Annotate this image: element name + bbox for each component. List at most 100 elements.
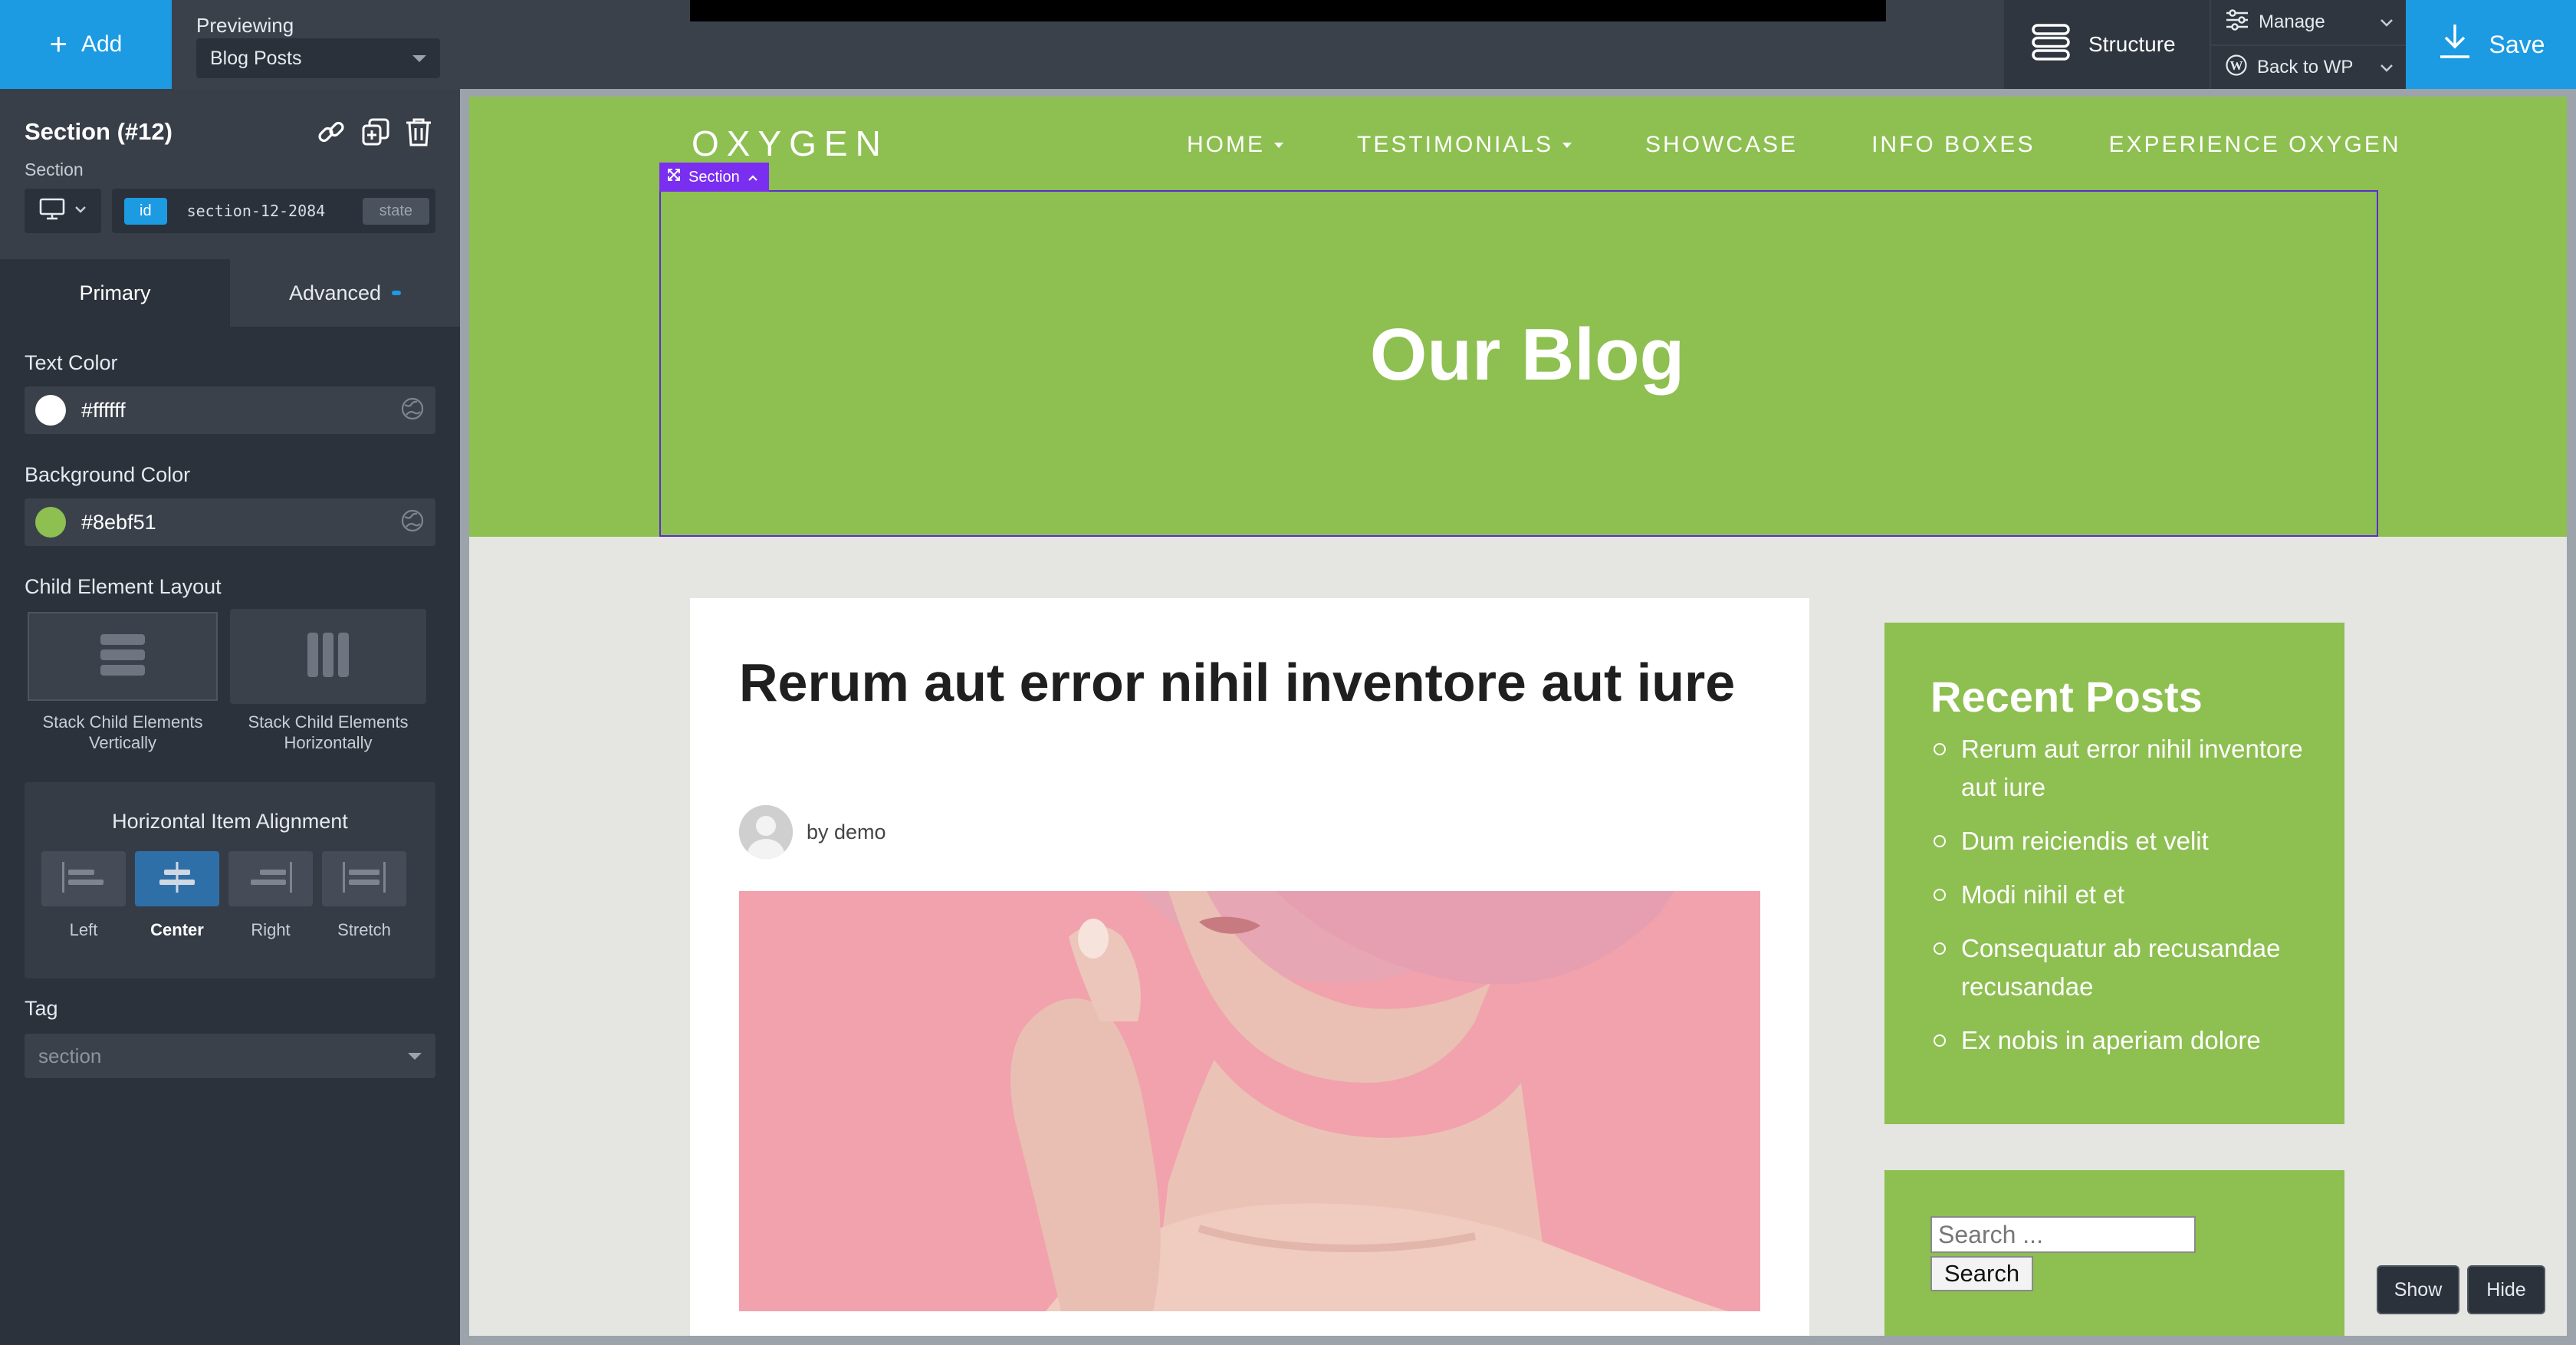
chevron-down-icon [408, 1052, 422, 1060]
recent-posts-widget: Recent Posts Rerum aut error nihil inven… [1884, 623, 2344, 1124]
nav-item-testimonials[interactable]: TESTIMONIALS [1357, 132, 1572, 158]
post-featured-image[interactable] [739, 891, 1760, 1311]
list-item[interactable]: Rerum aut error nihil inventore aut iure [1930, 730, 2314, 807]
site-logo[interactable]: OXYGEN [692, 123, 889, 164]
chevron-down-icon [74, 204, 87, 218]
nav-item-label: SHOWCASE [1645, 132, 1799, 157]
show-button[interactable]: Show [2377, 1265, 2459, 1314]
align-right-button[interactable] [228, 851, 313, 906]
nav-item-experience-oxygen[interactable]: EXPERIENCE OXYGEN [2108, 132, 2400, 158]
list-item[interactable]: Modi nihil et et [1930, 876, 2314, 914]
device-selector[interactable] [25, 189, 101, 233]
duplicate-icon[interactable] [359, 115, 393, 149]
nav-item-home[interactable]: HOME [1187, 132, 1283, 158]
id-value[interactable]: section-12-2084 [187, 202, 363, 220]
site-preview: OXYGEN HOME TESTIMONIALS SHOWCASE INFO B… [469, 97, 2567, 1336]
stack-horizontal-option[interactable] [230, 609, 426, 704]
search-input[interactable]: Search ... [1930, 1216, 2196, 1253]
back-to-wp-label: Back to WP [2257, 57, 2354, 77]
post-title[interactable]: Rerum aut error nihil inventore aut iure [739, 650, 1766, 715]
tag-label: Tag [25, 997, 58, 1020]
add-button[interactable]: + Add [0, 0, 172, 89]
list-item[interactable]: Ex nobis in aperiam dolore [1930, 1021, 2314, 1060]
structure-button[interactable]: Structure [2004, 0, 2210, 89]
tab-advanced[interactable]: Advanced [230, 259, 460, 327]
search-widget: Search ... Search [1884, 1170, 2344, 1336]
save-label: Save [2489, 30, 2545, 58]
preview-strip [690, 0, 1886, 21]
selector-field: id section-12-2084 state [112, 189, 435, 233]
manage-button[interactable]: Manage [2211, 0, 2406, 44]
search-button[interactable]: Search [1930, 1256, 2033, 1291]
align-left-icon [59, 860, 108, 898]
add-button-label: Add [80, 31, 123, 57]
builder-canvas: OXYGEN HOME TESTIMONIALS SHOWCASE INFO B… [460, 89, 2576, 1345]
download-icon [2437, 22, 2472, 67]
list-item[interactable]: Consequatur ab recusandae recusandae [1930, 929, 2314, 1006]
nav-item-label: TESTIMONIALS [1357, 132, 1554, 157]
element-type: Section [25, 159, 84, 179]
background-color-field[interactable]: #8ebf51 [25, 498, 435, 546]
hero-section[interactable]: OXYGEN HOME TESTIMONIALS SHOWCASE INFO B… [469, 97, 2567, 537]
globe-icon[interactable] [400, 508, 425, 537]
align-center-caption: Center [150, 920, 204, 939]
hero-heading[interactable]: Our Blog [469, 313, 2567, 397]
nav-item-showcase[interactable]: SHOWCASE [1645, 132, 1798, 158]
nav-item-label: INFO BOXES [1871, 132, 2036, 157]
properties-panel: Section (#12) Section id section-12-2084… [0, 89, 460, 1345]
back-to-wp-button[interactable]: W Back to WP [2211, 44, 2406, 89]
text-color-field[interactable]: #ffffff [25, 386, 435, 434]
text-color-swatch[interactable] [35, 395, 66, 426]
modified-indicator [392, 291, 402, 295]
align-stretch-button[interactable] [322, 851, 406, 906]
chevron-down-icon [1562, 142, 1572, 148]
avatar [739, 805, 793, 859]
element-title: Section (#12) [25, 118, 172, 145]
id-badge[interactable]: id [124, 197, 167, 225]
nav-item-info-boxes[interactable]: INFO BOXES [1871, 132, 2035, 158]
chevron-down-icon [2380, 12, 2394, 33]
manage-icon [2225, 8, 2249, 37]
desktop-icon [39, 198, 65, 225]
stack-vertical-caption: Stack Child Elements Vertically [42, 712, 203, 752]
text-color-value: #ffffff [81, 398, 126, 422]
wordpress-icon: W [2225, 54, 2248, 82]
nav-item-label: EXPERIENCE OXYGEN [2108, 132, 2401, 157]
tab-primary[interactable]: Primary [0, 259, 230, 327]
align-center-button[interactable] [135, 851, 219, 906]
manage-group: Manage W Back to WP [2210, 0, 2406, 89]
align-left-button[interactable] [41, 851, 126, 906]
alignment-group: Horizontal Item Alignment Left Center Ri… [25, 782, 435, 978]
main-nav: HOME TESTIMONIALS SHOWCASE INFO BOXES EX… [1187, 132, 2401, 158]
list-item[interactable]: Dum reiciendis et velit [1930, 822, 2314, 860]
panel-tabs: Primary Advanced [0, 259, 460, 327]
previewing-select[interactable]: Blog Posts [196, 38, 440, 78]
child-layout-label: Child Element Layout [25, 575, 222, 598]
chevron-down-icon [1274, 142, 1283, 148]
align-right-caption: Right [251, 920, 291, 939]
recent-posts-title: Recent Posts [1930, 672, 2203, 721]
align-stretch-caption: Stretch [337, 920, 391, 939]
top-toolbar: + Add Previewing Blog Posts Structure Ma… [0, 0, 2576, 89]
save-button[interactable]: Save [2406, 0, 2576, 89]
globe-icon[interactable] [400, 396, 425, 425]
stack-vertical-icon [99, 631, 146, 682]
chevron-down-icon [412, 54, 426, 62]
tag-select[interactable]: section [25, 1034, 435, 1078]
author-name[interactable]: by demo [807, 820, 886, 844]
svg-text:W: W [2230, 58, 2243, 73]
manage-label: Manage [2259, 12, 2325, 32]
structure-icon [2030, 21, 2072, 68]
expand-icon [667, 168, 681, 186]
hide-button[interactable]: Hide [2467, 1265, 2545, 1314]
selection-tag[interactable]: Section [659, 163, 769, 192]
plus-icon: + [49, 28, 67, 61]
state-button[interactable]: state [362, 197, 429, 225]
previewing-value: Blog Posts [210, 47, 302, 69]
trash-icon[interactable] [402, 115, 435, 149]
stack-vertical-option[interactable] [25, 609, 221, 704]
link-icon[interactable] [314, 115, 348, 149]
chevron-down-icon [2380, 57, 2394, 78]
post-card: Rerum aut error nihil inventore aut iure… [690, 598, 1809, 1336]
background-color-swatch[interactable] [35, 507, 66, 538]
